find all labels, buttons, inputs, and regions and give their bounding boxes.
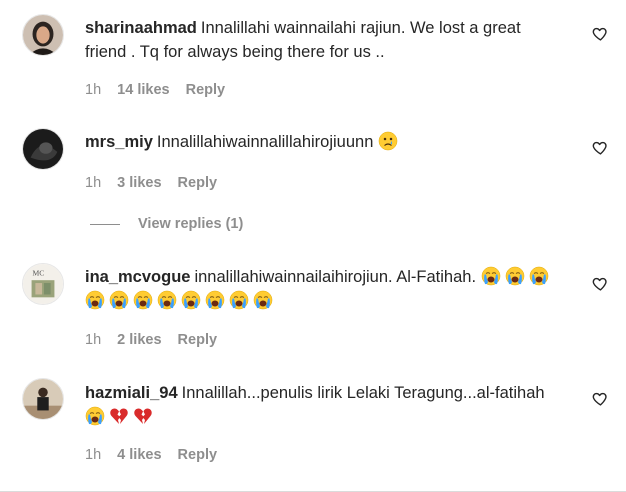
comment-username[interactable]: ina_mcvogue xyxy=(85,268,190,286)
crying-emoji-icon xyxy=(205,290,225,310)
reply-button[interactable]: Reply xyxy=(186,82,226,98)
like-heart-icon[interactable] xyxy=(592,390,609,407)
broken-heart-emoji-icon xyxy=(133,406,153,426)
avatar-image: MC xyxy=(23,264,63,304)
crying-emoji-icon xyxy=(181,290,201,310)
crying-emoji-icon xyxy=(133,290,153,310)
comment-likes[interactable]: 14 likes xyxy=(117,82,169,98)
comment-time[interactable]: 1h xyxy=(85,82,101,98)
comment-username[interactable]: sharinaahmad xyxy=(85,19,197,37)
crying-emoji-icon xyxy=(229,290,249,310)
avatar-logo-text: MC xyxy=(33,268,45,277)
avatar[interactable]: MC xyxy=(22,263,64,305)
comment-meta: 1h 4 likes Reply xyxy=(85,446,229,464)
sad-face-emoji-icon xyxy=(378,131,398,151)
crying-emoji-icon xyxy=(109,290,129,310)
comment-text: Innalillahiwainnalillahirojiuunn xyxy=(156,133,374,151)
comment-text-block: sharinaahmad Innalillahi wainnailahi raji… xyxy=(85,16,565,64)
view-replies-label: View replies (1) xyxy=(138,216,244,232)
reply-button[interactable]: Reply xyxy=(178,447,218,463)
avatar[interactable] xyxy=(22,128,64,170)
avatar[interactable] xyxy=(22,14,64,56)
broken-heart-emoji-icon xyxy=(109,406,129,426)
like-heart-icon[interactable] xyxy=(592,275,609,292)
reply-button[interactable]: Reply xyxy=(178,175,218,191)
comment-text: Innalillah...penulis lirik Lelaki Teragu… xyxy=(181,384,545,402)
crying-emoji-icon xyxy=(85,406,105,426)
comment-likes[interactable]: 2 likes xyxy=(117,332,161,348)
crying-emoji-icon xyxy=(157,290,177,310)
comment-time[interactable]: 1h xyxy=(85,175,101,191)
like-heart-icon[interactable] xyxy=(592,139,609,156)
comment-text-block: hazmiali_94 Innalillah...penulis lirik Le… xyxy=(85,381,565,429)
avatar-image xyxy=(23,15,63,55)
comment-time[interactable]: 1h xyxy=(85,332,101,348)
comment-username[interactable]: mrs_miy xyxy=(85,133,153,151)
comment-time[interactable]: 1h xyxy=(85,447,101,463)
comment-text-block: mrs_miy Innalillahiwainnalillahirojiuunn xyxy=(85,130,565,154)
crying-emoji-icon xyxy=(481,266,501,286)
comment-text: innalillahiwainnailaihirojiun. Al-Fatiha… xyxy=(194,268,477,286)
comment-username[interactable]: hazmiali_94 xyxy=(85,384,178,402)
crying-emoji-icon xyxy=(253,290,273,310)
comment-meta: 1h 14 likes Reply xyxy=(85,81,237,99)
comment-meta: 1h 2 likes Reply xyxy=(85,331,229,349)
comment-meta: 1h 3 likes Reply xyxy=(85,174,229,192)
like-heart-icon[interactable] xyxy=(592,25,609,42)
crying-emoji-icon xyxy=(85,290,105,310)
avatar-image xyxy=(23,129,63,169)
comment-likes[interactable]: 3 likes xyxy=(117,175,161,191)
avatar-image xyxy=(23,379,63,419)
comment-likes[interactable]: 4 likes xyxy=(117,447,161,463)
crying-emoji-icon xyxy=(505,266,525,286)
crying-emoji-icon xyxy=(529,266,549,286)
avatar[interactable] xyxy=(22,378,64,420)
reply-button[interactable]: Reply xyxy=(178,332,218,348)
view-replies-button[interactable]: View replies (1) xyxy=(90,216,243,232)
view-replies-line xyxy=(90,223,120,225)
comment-text-block: ina_mcvogue innalillahiwainnailaihirojiun… xyxy=(85,265,565,313)
